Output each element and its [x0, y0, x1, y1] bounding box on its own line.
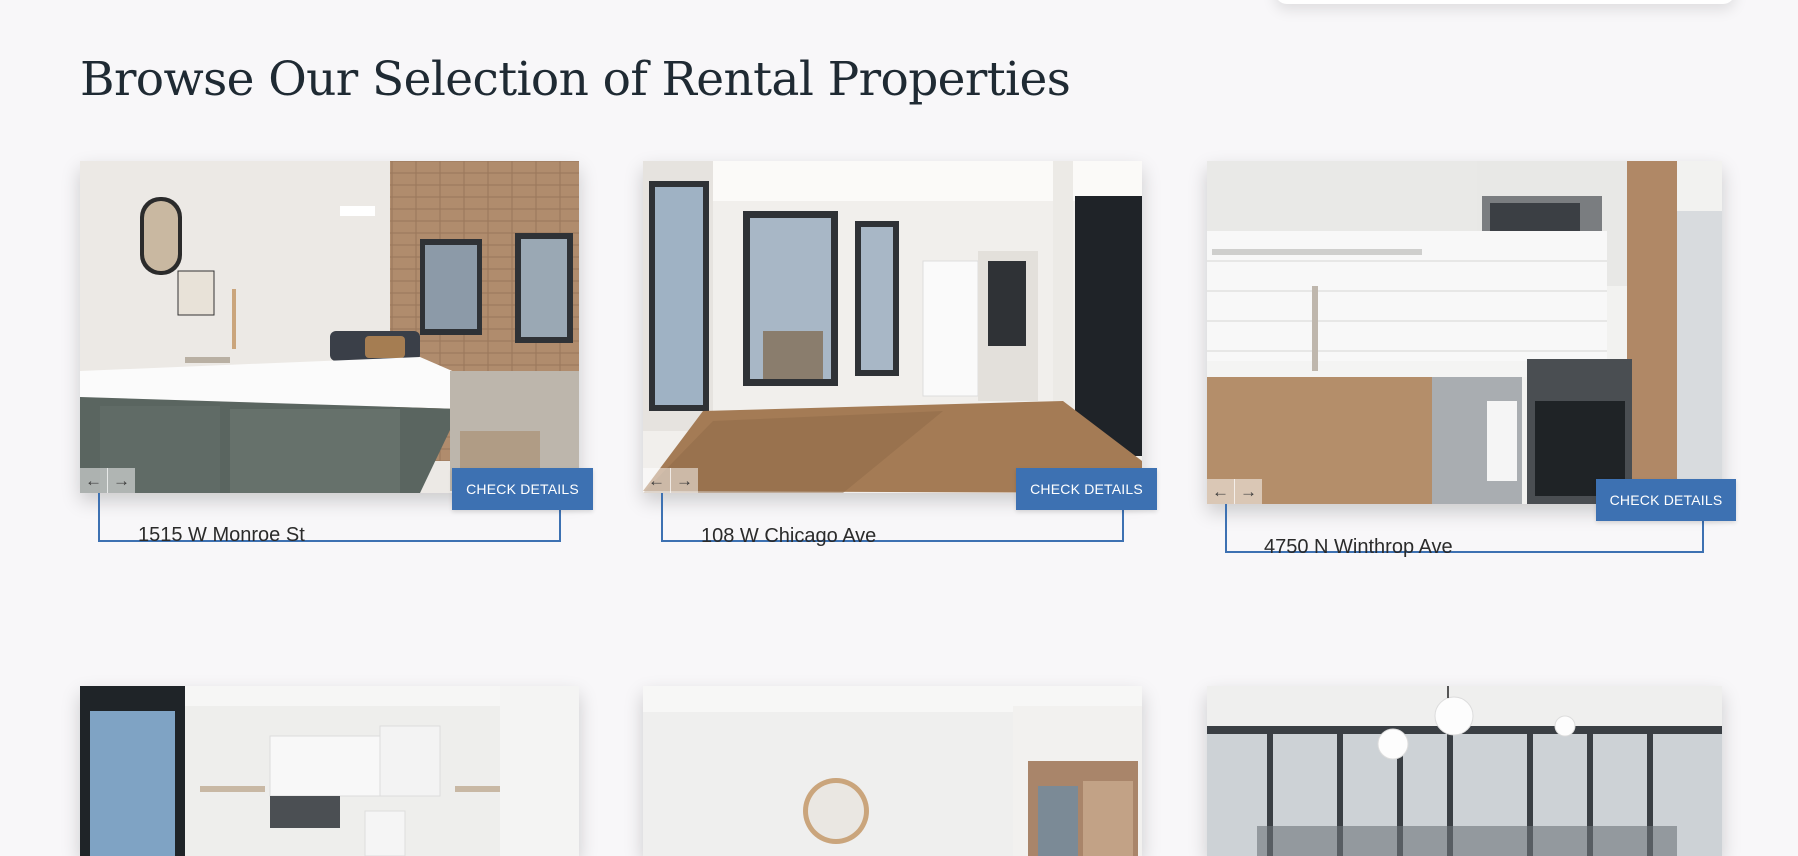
property-photo[interactable]: ← →: [643, 161, 1142, 493]
arrow-right-icon[interactable]: →: [670, 468, 698, 493]
header-shadow-edge: [1275, 0, 1735, 4]
check-details-button[interactable]: CHECK DETAILS: [1016, 468, 1157, 510]
property-photo[interactable]: [643, 686, 1142, 856]
arrow-left-icon[interactable]: ←: [1207, 479, 1234, 504]
property-address[interactable]: 1515 W Monroe St: [138, 524, 305, 547]
property-photo[interactable]: ← →: [80, 161, 579, 493]
white-kitchen-image: [80, 686, 579, 856]
photo-carousel-nav: ← →: [1207, 479, 1262, 504]
photo-carousel-nav: ← →: [80, 468, 135, 493]
wood-cabinet-kitchen-image: [1207, 161, 1722, 504]
check-details-button[interactable]: CHECK DETAILS: [452, 468, 593, 510]
arrow-right-icon[interactable]: →: [107, 468, 135, 493]
corner-window-loft-image: [1207, 686, 1722, 856]
kitchen-island-loft-image: [80, 161, 579, 493]
arrow-right-icon[interactable]: →: [1234, 479, 1262, 504]
check-details-button[interactable]: CHECK DETAILS: [1596, 479, 1736, 521]
arrow-left-icon[interactable]: ←: [80, 468, 107, 493]
property-photo[interactable]: [80, 686, 579, 856]
property-photo[interactable]: [1207, 686, 1722, 856]
photo-carousel-nav: ← →: [643, 468, 698, 493]
bay-window-room-image: [643, 161, 1142, 493]
round-mirror-room-image: [643, 686, 1142, 856]
property-address[interactable]: 4750 N Winthrop Ave: [1264, 536, 1453, 559]
property-address[interactable]: 108 W Chicago Ave: [701, 525, 876, 548]
property-photo[interactable]: ← →: [1207, 161, 1722, 504]
arrow-left-icon[interactable]: ←: [643, 468, 670, 493]
page-title: Browse Our Selection of Rental Propertie…: [80, 52, 1071, 107]
